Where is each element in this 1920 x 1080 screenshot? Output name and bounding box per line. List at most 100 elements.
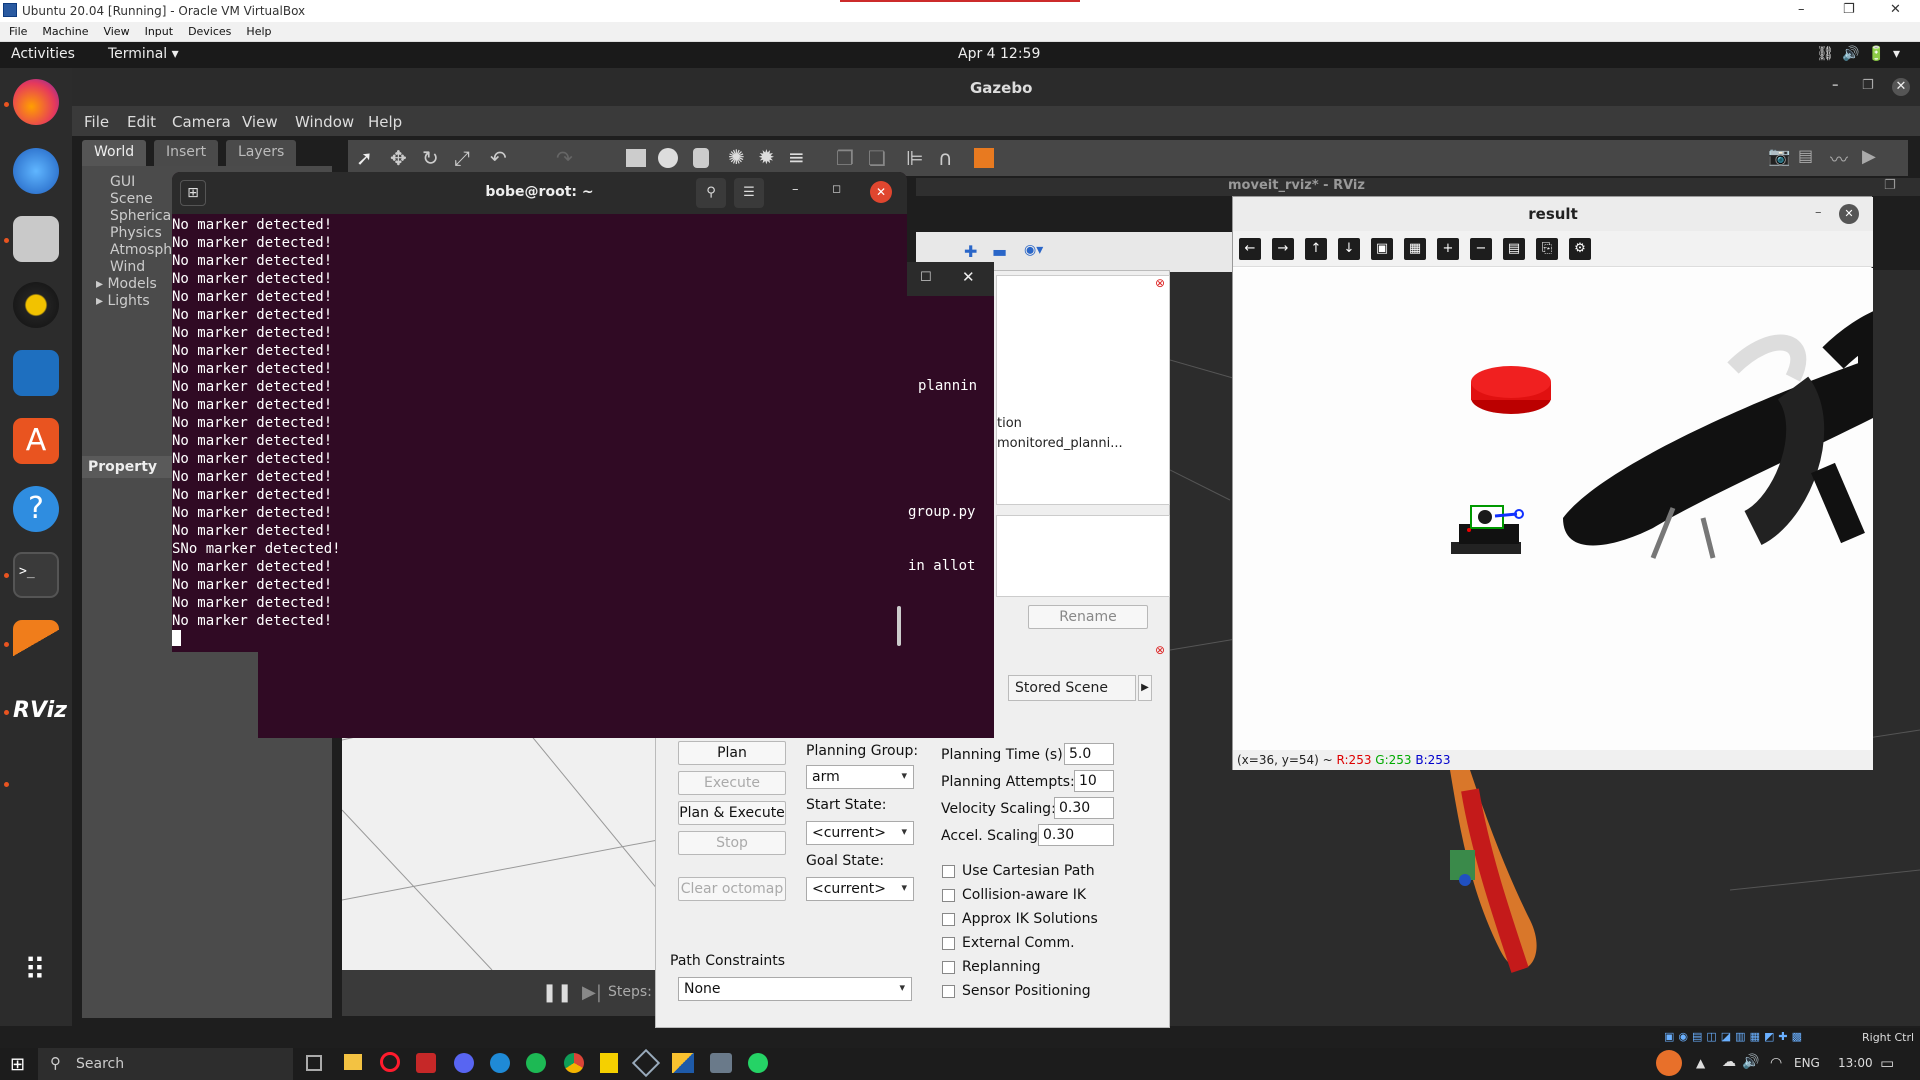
result-image[interactable] (1233, 268, 1873, 750)
tree-item-models[interactable]: ▸ Models (96, 276, 157, 292)
box-shape-icon[interactable] (626, 149, 646, 167)
language-indicator[interactable]: ENG (1794, 1056, 1820, 1070)
tree-item-scene[interactable]: Scene (110, 191, 153, 207)
remove-icon[interactable]: ▬ (992, 242, 1007, 261)
maximize-icon[interactable]: ☐ (920, 270, 932, 285)
minimize-icon[interactable]: – (1815, 205, 1822, 220)
gz-menu-camera[interactable]: Camera (172, 113, 231, 131)
terminal-icon[interactable]: >_ (13, 552, 59, 598)
clear-octomap-button[interactable]: Clear octomap (678, 877, 786, 901)
app-icon-monitor[interactable] (710, 1053, 732, 1073)
maximize-icon[interactable]: ❐ (1862, 78, 1874, 93)
pan-down-icon[interactable]: ↓ (1338, 238, 1360, 260)
system-tray-icons[interactable]: ⛓🔊🔋▾ (1816, 46, 1908, 62)
goal-state-select[interactable]: <current> (806, 877, 914, 901)
spot-light-icon[interactable]: ✹ (758, 145, 775, 169)
notifications-icon[interactable]: ▭ (1880, 1054, 1894, 1072)
log-icon[interactable]: ▤ (1798, 146, 1813, 165)
app-icon-cube[interactable] (631, 1048, 661, 1078)
tab-world[interactable]: World (82, 140, 147, 166)
close-icon[interactable]: ✕ (962, 268, 975, 286)
plan-execute-button[interactable]: Plan & Execute (678, 801, 786, 825)
vbox-menu-machine[interactable]: Machine (42, 25, 88, 38)
tree-item-atmosphere[interactable]: Atmosph (110, 242, 172, 258)
tab-insert[interactable]: Insert (154, 140, 219, 166)
vbox-menu-view[interactable]: View (103, 25, 129, 38)
app-menu[interactable]: Terminal ▾ (108, 46, 179, 62)
spotify-icon[interactable] (526, 1053, 546, 1073)
point-light-icon[interactable]: ✺ (728, 145, 745, 169)
rotate-tool-icon[interactable]: ↻ (422, 146, 439, 170)
add-icon[interactable]: ✚ (964, 242, 977, 261)
directional-light-icon[interactable]: ≡ (788, 145, 805, 169)
collision-aware-ik-checkbox[interactable] (942, 889, 955, 902)
screenshot-icon[interactable]: 📷 (1768, 146, 1790, 167)
tree-item-spherical[interactable]: Spherical (110, 208, 175, 224)
sensor-positioning-checkbox[interactable] (942, 985, 955, 998)
use-cartesian-path-checkbox[interactable] (942, 865, 955, 878)
tab-scroll-right-icon[interactable]: ▶ (1138, 675, 1152, 701)
file-explorer-icon[interactable] (344, 1054, 362, 1070)
velocity-scaling-input[interactable]: 0.30 (1054, 797, 1114, 819)
gz-menu-window[interactable]: Window (295, 113, 354, 131)
start-state-select[interactable]: <current> (806, 821, 914, 845)
planning-group-select[interactable]: arm (806, 765, 914, 789)
windows-start-icon[interactable]: ⊞ (10, 1054, 25, 1075)
vbox-menu-help[interactable]: Help (246, 25, 271, 38)
tree-item-gui[interactable]: GUI (110, 174, 135, 190)
paste-icon[interactable]: ❏ (868, 146, 886, 170)
rviz-icon[interactable]: RViz (13, 688, 67, 734)
select-tool-icon[interactable]: ➚ (356, 146, 373, 170)
accel-scaling-input[interactable]: 0.30 (1038, 824, 1114, 846)
vbox-menu-input[interactable]: Input (145, 25, 173, 38)
zoom-original-icon[interactable]: ▦ (1404, 238, 1426, 260)
taskbar-clock[interactable]: 13:00 (1838, 1056, 1873, 1070)
video-record-icon[interactable]: ▶ (1862, 146, 1876, 167)
save-image-icon[interactable]: ▤ (1503, 238, 1525, 260)
vm-device-icons[interactable]: ▣◉▤◫◪▥▦◩✚▩ (1664, 1030, 1806, 1043)
approx-ik-checkbox[interactable] (942, 913, 955, 926)
software-center-icon[interactable]: A (13, 418, 59, 464)
activities-button[interactable]: Activities (11, 46, 75, 62)
pause-icon[interactable]: ❚❚ (542, 982, 572, 1003)
search-icon[interactable]: ⚲ (696, 178, 726, 208)
terminal-scrollbar[interactable] (897, 606, 901, 646)
taskbar-search[interactable]: ⚲ Search (38, 1048, 293, 1080)
tray-chevron-icon[interactable]: ▲ (1696, 1056, 1705, 1070)
tree-item-lights[interactable]: ▸ Lights (96, 293, 150, 309)
maximize-icon[interactable]: ❐ (1843, 2, 1855, 17)
tray-icons[interactable]: ☁🔊 (1722, 1054, 1765, 1070)
vbox-menu-file[interactable]: File (9, 25, 27, 38)
minimize-icon[interactable]: – (1832, 78, 1839, 93)
sticky-notes-icon[interactable] (600, 1053, 618, 1073)
clock[interactable]: Apr 4 12:59 (958, 46, 1040, 62)
wifi-icon[interactable]: ◠ (1770, 1055, 1782, 1071)
show-applications-icon[interactable]: ⠿ (13, 948, 59, 994)
zoom-out-icon[interactable]: − (1470, 238, 1492, 260)
maximize-icon[interactable]: ❐ (1884, 178, 1896, 193)
tree-item-physics[interactable]: Physics (110, 225, 162, 241)
app-icon-red[interactable] (416, 1053, 436, 1073)
close-icon[interactable]: ⊗ (1155, 643, 1165, 657)
zoom-in-icon[interactable]: + (1437, 238, 1459, 260)
gz-menu-file[interactable]: File (84, 113, 109, 131)
replanning-checkbox[interactable] (942, 961, 955, 974)
hamburger-menu-icon[interactable]: ☰ (734, 178, 764, 208)
files-icon[interactable] (13, 216, 59, 262)
plan-button[interactable]: Plan (678, 741, 786, 765)
pan-right-icon[interactable]: → (1272, 238, 1294, 260)
virtualbox-taskbar-icon[interactable] (672, 1053, 694, 1073)
tab-stored-scenes[interactable]: Stored Scene (1008, 675, 1136, 701)
cylinder-shape-icon[interactable] (693, 148, 709, 168)
close-icon[interactable]: ⊗ (1155, 276, 1165, 290)
gazebo-3d-view[interactable] (342, 700, 658, 970)
minimize-icon[interactable]: – (1798, 2, 1805, 17)
snap-icon[interactable]: ∩ (938, 146, 953, 170)
rename-button[interactable]: Rename (1028, 605, 1148, 629)
terminal-window[interactable]: ⊞ bobe@root: ~ ⚲ ☰ – ◻ ✕ No marker detec… (172, 172, 907, 652)
vbox-menu-devices[interactable]: Devices (188, 25, 231, 38)
close-icon[interactable]: ✕ (1892, 78, 1910, 96)
tree-item-wind[interactable]: Wind (110, 259, 145, 275)
thunderbird-icon[interactable] (13, 148, 59, 194)
rhythmbox-icon[interactable] (13, 282, 59, 328)
